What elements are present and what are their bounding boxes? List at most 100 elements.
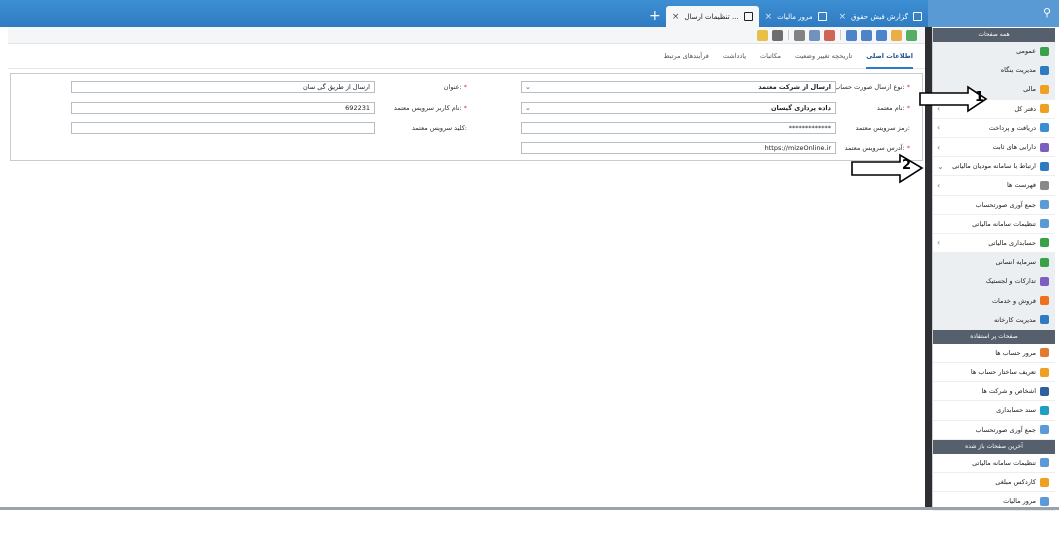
sidebar-finance-item-3[interactable]: ارتباط با سامانه مودیان مالیاتی ⌄ — [933, 157, 1055, 177]
menu-icon — [1040, 238, 1049, 248]
print-icon[interactable] — [772, 29, 783, 41]
sidebar-module-2[interactable]: فروش و خدمات — [933, 291, 1055, 311]
annotation-arrow-2 — [851, 153, 924, 184]
menu-icon — [1040, 257, 1049, 267]
sidebar-module-0[interactable]: سرمایه انسانی — [933, 253, 1055, 273]
menu-label: مدیریت کارخانه — [993, 315, 1036, 324]
sidebar-recent-0[interactable]: تنظیمات سامانه مالیاتی — [933, 454, 1055, 473]
menu-label: دفتر کل — [1014, 104, 1036, 113]
chevron-left-icon[interactable]: ‹ — [933, 238, 940, 247]
menu-icon — [1040, 84, 1049, 94]
title-input[interactable]: ارسال از طریق گی سان — [71, 81, 375, 93]
close-icon[interactable]: × — [839, 12, 847, 22]
menu-icon — [1040, 219, 1049, 229]
sidebar-module-1[interactable]: تدارکات و لجستیک — [933, 272, 1055, 292]
subtab-4[interactable]: فرآیندهای مرتبط — [664, 44, 709, 69]
sidebar-header-all-pages: همه صفحات — [933, 28, 1055, 42]
sidebar-frequent-2[interactable]: اشخاص و شرکت ها — [933, 382, 1055, 402]
annotation-number-2: 2 — [902, 158, 912, 173]
paste-icon[interactable] — [809, 29, 820, 41]
menu-icon — [1040, 180, 1049, 190]
subtab-2[interactable]: مکاتبات — [760, 44, 781, 69]
tab-label: گزارش فیش حقوق — [851, 12, 908, 21]
sidebar-finance-item-4[interactable]: فهرست ها ‹ — [933, 176, 1055, 196]
sidebar-frequent-1[interactable]: تعریف ساختار حساب ها — [933, 363, 1055, 383]
menu-label: عمومی — [1016, 47, 1036, 56]
sidebar-finance-item-5[interactable]: جمع آوری صورتحساب — [933, 196, 1055, 215]
subtab-3[interactable]: یادداشت — [723, 44, 746, 69]
sidebar-finance-item-6[interactable]: تنظیمات سامانه مالیاتی — [933, 215, 1055, 234]
toolbar-separator — [788, 30, 789, 40]
sidebar-item-0[interactable]: عمومی — [933, 42, 1055, 62]
chevron-left-icon[interactable]: ‹ — [933, 123, 940, 132]
sidebar-header-frequent: صفحات پر استفاده — [933, 329, 1055, 344]
save-as-icon[interactable] — [861, 29, 872, 41]
tab-1[interactable]: مرور مالیات × — [759, 6, 833, 27]
close-icon[interactable]: × — [765, 12, 773, 22]
menu-icon — [1040, 367, 1049, 377]
menu-icon — [1040, 296, 1049, 306]
menu-label: مرور مالیات — [1003, 497, 1036, 506]
menu-label: فروش و خدمات — [991, 296, 1036, 305]
sidebar-search-bar[interactable]: ⚲ — [928, 0, 1059, 27]
menu-label: ارتباط با سامانه مودیان مالیاتی — [952, 162, 1036, 171]
send-type-select[interactable]: ارسال از شرکت معتمد ⌄ — [521, 81, 836, 93]
address-input[interactable]: https://mizeOnline.ir — [521, 142, 836, 154]
toolbar-separator — [840, 30, 841, 40]
trusted-name-select[interactable]: داده پردازی گیسان ⌄ — [521, 102, 836, 114]
window-bottom-border — [0, 507, 1059, 510]
menu-icon — [1040, 386, 1049, 396]
menu-label: سند حسابداری — [996, 406, 1036, 415]
sidebar-recent-1[interactable]: کاردکس مبلغی — [933, 473, 1055, 493]
menu-label: اشخاص و شرکت ها — [981, 387, 1036, 396]
save-icon[interactable] — [876, 29, 887, 41]
page-icon — [817, 12, 827, 21]
tab-0[interactable]: گزارش فیش حقوق × — [833, 6, 928, 27]
address-label: آدرس سرویس معتمد: * — [844, 144, 910, 152]
menu-label: حسابداری مالیاتی — [988, 238, 1036, 247]
form-tabs: اطلاعات اصلی تاریخچه تغییر وضعیت مکاتبات یا… — [8, 44, 925, 69]
close-icon[interactable]: × — [672, 12, 680, 22]
page-icon — [913, 12, 922, 21]
sidebar-module-3[interactable]: مدیریت کارخانه — [933, 310, 1055, 330]
send-type-label: نوع ارسال صورت حساب: * — [834, 83, 910, 91]
search-icon[interactable]: ⚲ — [1043, 6, 1051, 19]
username-input[interactable]: 692231 — [71, 102, 375, 114]
password-input[interactable]: ************* — [521, 122, 836, 134]
tab-label: مرور مالیات — [777, 12, 813, 21]
subtab-1[interactable]: تاریخچه تغییر وضعیت — [795, 44, 852, 69]
menu-icon — [1040, 477, 1049, 487]
menu-icon — [1040, 142, 1049, 152]
add-tab-icon[interactable]: + — [644, 6, 666, 27]
chevron-left-icon[interactable]: ‹ — [933, 143, 940, 152]
menu-label: سرمایه انسانی — [995, 258, 1036, 267]
menu-icon — [1040, 315, 1049, 325]
key-input[interactable] — [71, 122, 375, 134]
menu-icon — [1040, 276, 1049, 286]
password-label: رمز سرویس معتمد: — [855, 124, 910, 132]
toolbar — [8, 27, 925, 44]
sidebar-finance-item-1[interactable]: دریافت و پرداخت ‹ — [933, 119, 1055, 138]
tab-2[interactable]: تنظیمات ارسال ... × — [665, 6, 759, 27]
stamp-icon[interactable] — [794, 29, 805, 41]
page-icon — [743, 12, 753, 21]
username-label: نام کاربر سرویس معتمد: * — [393, 104, 467, 112]
alert-icon[interactable] — [757, 29, 768, 41]
sidebar-finance-item-7[interactable]: حسابداری مالیاتی ‹ — [933, 234, 1055, 254]
menu-icon — [1040, 496, 1049, 506]
folder-icon[interactable] — [891, 29, 902, 41]
form-panel: نوع ارسال صورت حساب: * ارسال از شرکت معتم… — [10, 73, 923, 161]
subtab-0[interactable]: اطلاعات اصلی — [866, 44, 913, 69]
delete-icon[interactable] — [846, 29, 857, 41]
menu-icon — [1040, 200, 1049, 210]
menu-label: مرور حساب ها — [995, 348, 1036, 357]
sidebar-finance-item-2[interactable]: دارایی های ثابت ‹ — [933, 138, 1055, 158]
menu-label: مدیریت بنگاه — [1000, 66, 1036, 75]
sidebar-frequent-3[interactable]: سند حسابداری — [933, 401, 1055, 421]
sidebar-item-1[interactable]: مدیریت بنگاه — [933, 61, 1055, 81]
sidebar-frequent-0[interactable]: مرور حساب ها — [933, 344, 1055, 363]
add-icon[interactable] — [906, 29, 917, 41]
menu-label: مالی — [1023, 85, 1036, 94]
sidebar-frequent-4[interactable]: جمع آوری صورتحساب — [933, 421, 1055, 440]
copy-icon[interactable] — [824, 29, 835, 41]
